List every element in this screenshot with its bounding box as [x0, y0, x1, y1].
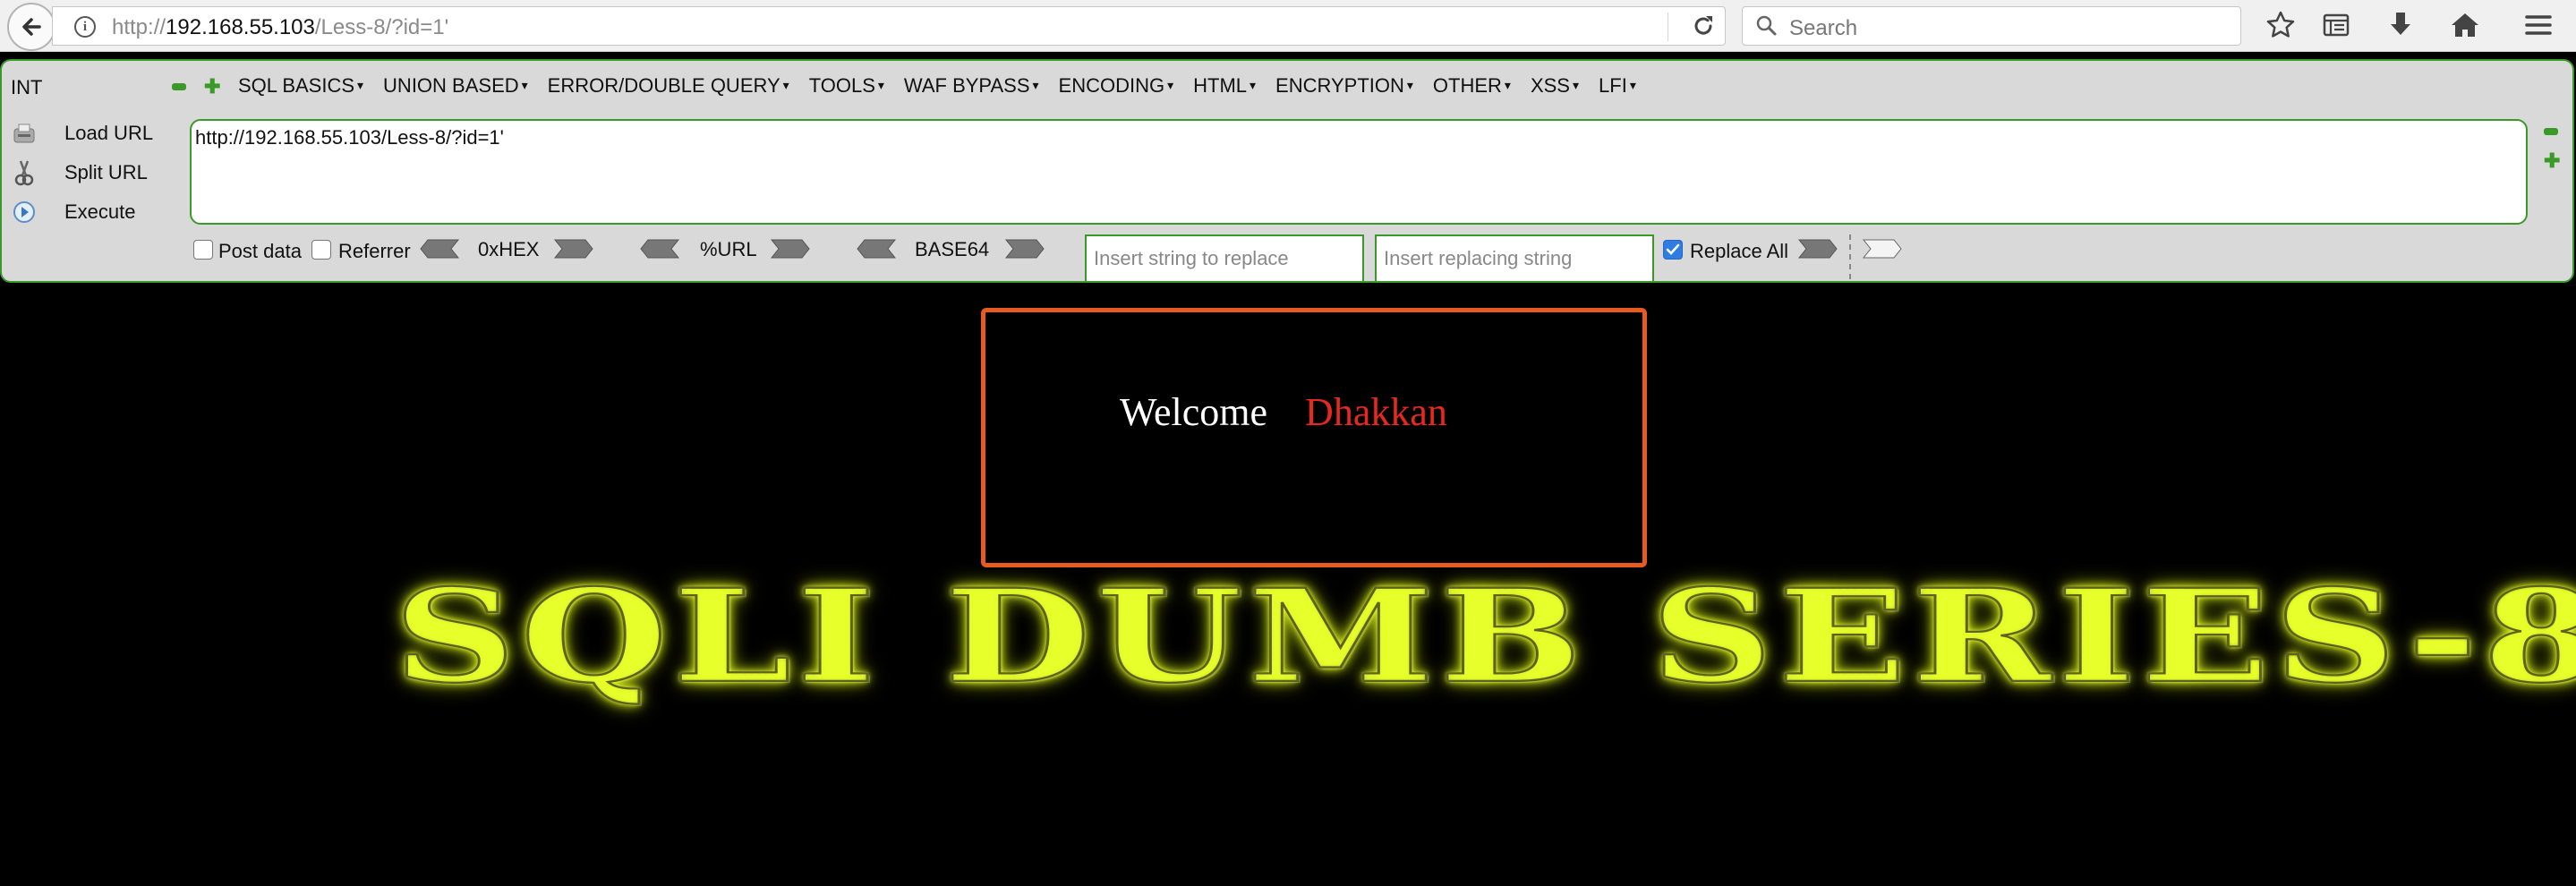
back-arrow-icon [22, 18, 41, 36]
search-bar[interactable]: Search [1742, 6, 2241, 46]
load-url-label: Load URL [64, 122, 154, 144]
download-icon[interactable] [2384, 9, 2417, 41]
welcome-message: Welcome Dhakkan [1120, 389, 1447, 435]
info-icon[interactable]: i [74, 16, 96, 38]
hackbar-url-textarea[interactable] [190, 119, 2528, 225]
execute-action[interactable]: Execute [11, 197, 136, 227]
options-divider [1849, 234, 1851, 279]
menu-other[interactable]: OTHER [1433, 74, 1511, 98]
search-placeholder: Search [1789, 16, 1858, 40]
hackbar-menu: SQL BASICS UNION BASED ERROR/DOUBLE QUER… [238, 74, 1636, 98]
menu-encoding[interactable]: ENCODING [1059, 74, 1174, 98]
menu-encryption[interactable]: ENCRYPTION [1275, 74, 1413, 98]
menu-lfi[interactable]: LFI [1599, 74, 1636, 98]
menu-html[interactable]: HTML [1193, 74, 1256, 98]
menu-union-based[interactable]: UNION BASED [383, 74, 528, 98]
welcome-username: Dhakkan [1305, 390, 1447, 434]
hackbar-panel: INT ✚ SQL BASICS UNION BASED ERROR/DOUBL… [0, 59, 2574, 283]
scissors-icon [11, 159, 38, 186]
collapse-minus-button[interactable] [172, 83, 186, 90]
menu-tools[interactable]: TOOLS [809, 74, 884, 98]
execute-label: Execute [64, 200, 136, 223]
post-data-label: Post data [218, 240, 302, 262]
reload-icon[interactable] [1691, 13, 1716, 38]
menu-sql-basics[interactable]: SQL BASICS [238, 74, 363, 98]
base64-decode-arrow-icon[interactable] [856, 238, 897, 260]
bookmark-star-icon[interactable] [2265, 9, 2297, 41]
url-encode-arrow-icon[interactable] [770, 238, 811, 260]
menu-waf-bypass[interactable]: WAF BYPASS [904, 74, 1039, 98]
welcome-label: Welcome [1120, 390, 1268, 434]
base64-label: BASE64 [915, 238, 990, 260]
split-url-label: Split URL [64, 161, 148, 183]
load-url-action[interactable]: Load URL [11, 118, 153, 149]
execute-play-icon [11, 199, 38, 226]
urlenc-label: %URL [700, 238, 757, 260]
series-title-banner: SQLI DUMB SERIES-8 [393, 561, 2576, 712]
hex-decode-arrow-icon[interactable] [419, 238, 460, 260]
hackbar-options-row: Post data Referrer 0xHEX %URL BASE64 Rep… [2, 234, 2576, 283]
replace-next-arrow-icon[interactable] [1862, 238, 1903, 260]
replace-apply-arrow-icon[interactable] [1797, 238, 1838, 260]
hex-encode-arrow-icon[interactable] [553, 238, 594, 260]
split-url-action[interactable]: Split URL [11, 158, 148, 188]
url-host: 192.168.55.103 [166, 15, 315, 39]
post-data-checkbox[interactable] [193, 240, 213, 260]
expand-plus-button[interactable]: ✚ [204, 77, 220, 97]
url-scheme: http:// [112, 15, 166, 39]
url-decode-arrow-icon[interactable] [639, 238, 680, 260]
address-bar-url[interactable]: http://192.168.55.103/Less-8/?id=1' [112, 15, 448, 40]
address-bar[interactable]: i http://192.168.55.103/Less-8/?id=1' [52, 6, 1726, 46]
referrer-checkbox[interactable] [311, 240, 331, 260]
checkmark-icon [1666, 243, 1680, 255]
referrer-label: Referrer [338, 240, 411, 262]
browser-toolbar: i http://192.168.55.103/Less-8/?id=1' Se… [0, 0, 2576, 52]
reading-list-icon[interactable] [2320, 9, 2352, 41]
textarea-grow-button[interactable]: ✚ [2544, 151, 2560, 171]
url-path: /Less-8/?id=1' [314, 15, 449, 39]
back-button[interactable] [7, 3, 55, 51]
textarea-shrink-button[interactable] [2544, 128, 2558, 135]
welcome-box: Welcome Dhakkan [981, 308, 1647, 567]
search-icon [1756, 15, 1777, 36]
load-url-icon [11, 120, 38, 147]
base64-encode-arrow-icon[interactable] [1004, 238, 1045, 260]
hex-label: 0xHEX [478, 238, 540, 260]
replace-all-checkbox[interactable] [1663, 240, 1683, 260]
replace-string-input[interactable] [1085, 234, 1364, 283]
menu-error-double-query[interactable]: ERROR/DOUBLE QUERY [548, 74, 789, 98]
replace-all-label: Replace All [1690, 240, 1789, 262]
menu-xss[interactable]: XSS [1531, 74, 1579, 98]
hamburger-menu-icon[interactable] [2522, 9, 2555, 41]
home-icon[interactable] [2449, 9, 2481, 41]
replacing-string-input[interactable] [1375, 234, 1654, 283]
int-label[interactable]: INT [11, 76, 42, 99]
